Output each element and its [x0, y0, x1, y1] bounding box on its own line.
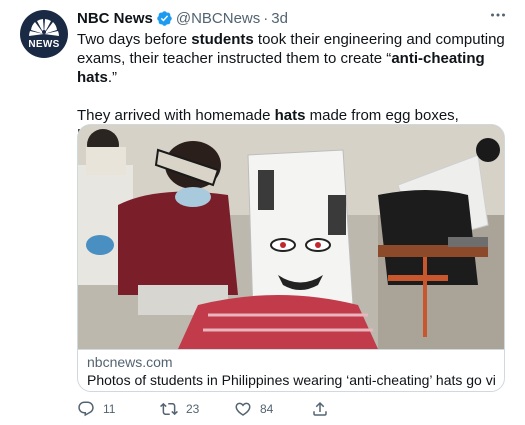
- card-title: Photos of students in Philippines wearin…: [87, 372, 495, 388]
- avatar-news-text: NEWS: [28, 39, 60, 50]
- link-card[interactable]: nbcnews.com Photos of students in Philip…: [77, 124, 505, 392]
- like-button[interactable]: 84: [234, 398, 273, 420]
- like-count: 84: [260, 402, 274, 416]
- author-handle[interactable]: @NBCNews: [176, 10, 260, 27]
- verified-badge-icon: [157, 10, 172, 26]
- article-photo[interactable]: [78, 125, 504, 349]
- share-icon: [313, 401, 327, 416]
- tweet-header: NBC News @NBCNews · 3d: [77, 9, 288, 27]
- tweet-paragraph-1: Two days before students took their engi…: [77, 31, 505, 86]
- retweet-icon: [160, 402, 178, 416]
- card-meta[interactable]: nbcnews.com Photos of students in Philip…: [78, 349, 504, 391]
- card-domain: nbcnews.com: [87, 354, 173, 370]
- retweet-button[interactable]: 23: [160, 398, 199, 420]
- tweet-timestamp[interactable]: 3d: [271, 10, 288, 27]
- retweet-count: 23: [186, 402, 200, 416]
- separator-dot: ·: [263, 9, 269, 27]
- heart-icon: [235, 402, 251, 416]
- more-dots-icon[interactable]: [487, 6, 509, 24]
- action-bar: 11 23 84: [77, 398, 507, 420]
- reply-icon: [78, 401, 94, 417]
- reply-button[interactable]: 11: [77, 398, 115, 420]
- share-button[interactable]: [311, 398, 337, 420]
- avatar[interactable]: NEWS: [20, 10, 68, 58]
- reply-count: 11: [103, 402, 116, 416]
- peacock-logo-icon: [29, 19, 59, 36]
- author-name[interactable]: NBC News: [77, 10, 153, 27]
- tweet[interactable]: NEWS NBC News @NBCNews · 3d Two days bef…: [0, 0, 525, 425]
